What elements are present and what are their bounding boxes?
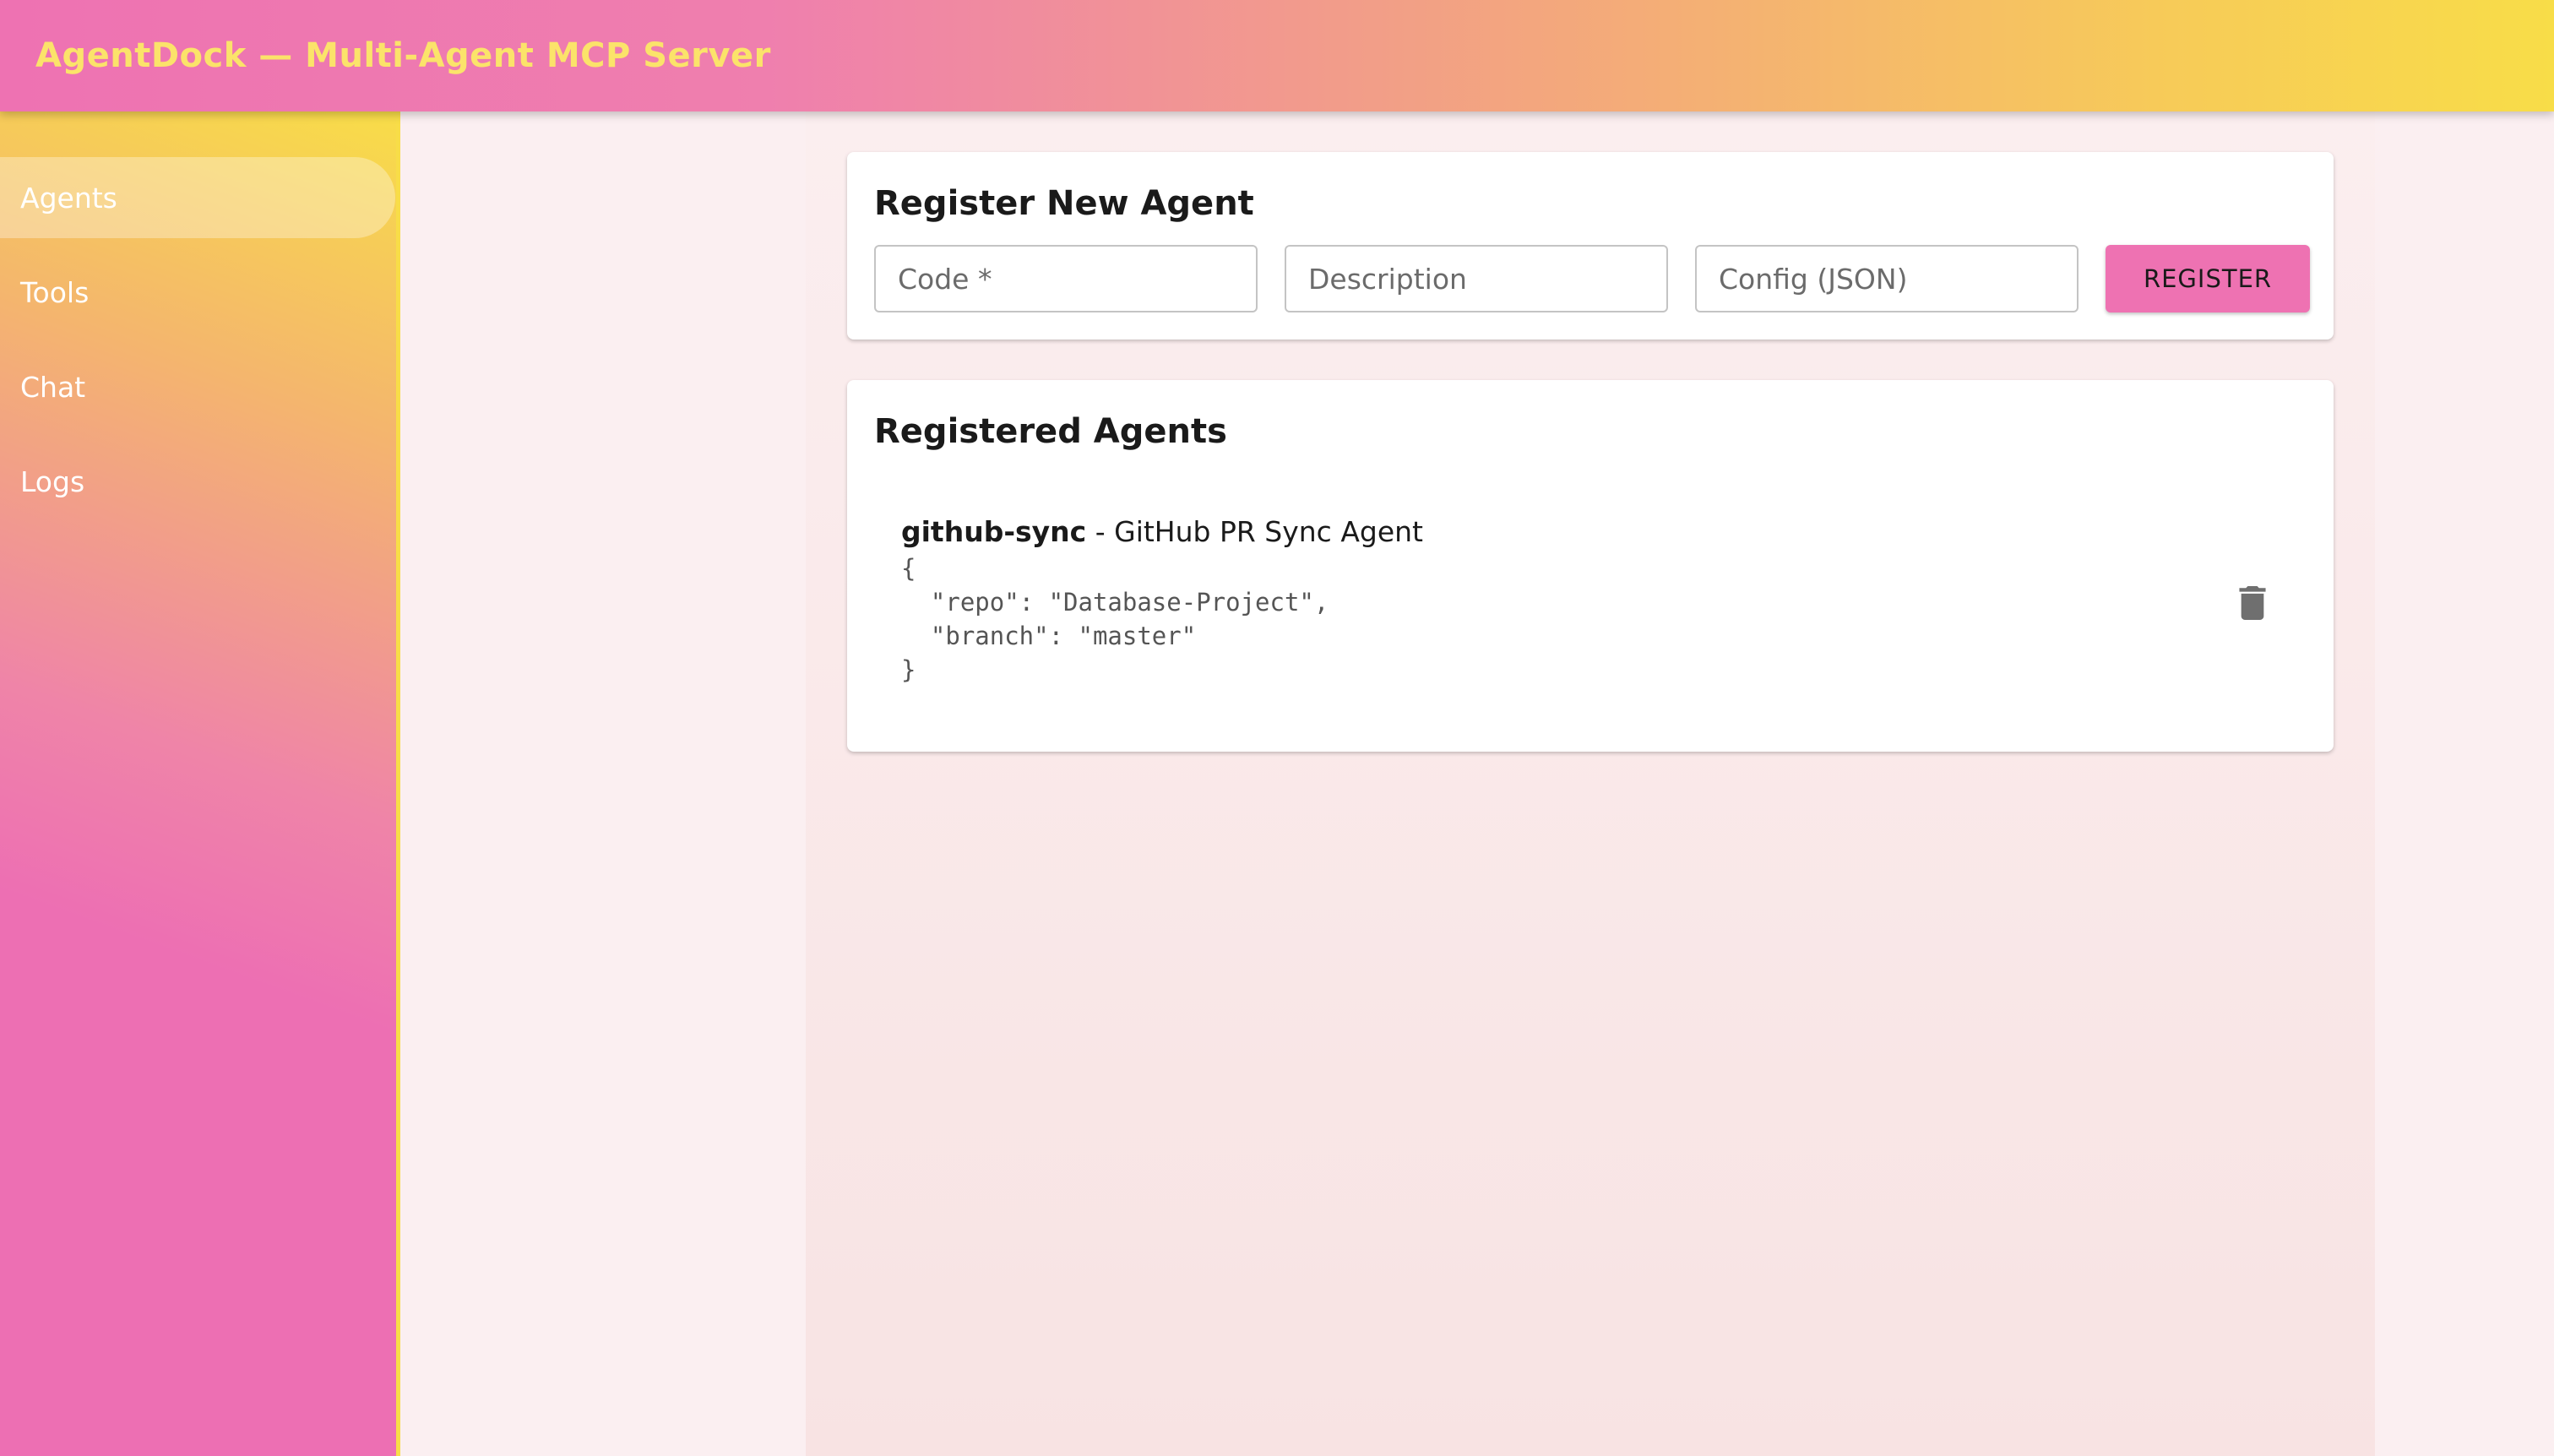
registered-agents-title: Registered Agents (874, 412, 1227, 451)
sidebar-item-logs[interactable]: Logs (0, 441, 395, 522)
trash-icon (2239, 586, 2266, 620)
sidebar-item-tools[interactable]: Tools (0, 252, 395, 333)
register-button[interactable]: REGISTER (2106, 245, 2310, 312)
sidebar-item-label: Chat (20, 370, 86, 404)
list-item: github-sync - GitHub PR Sync Agent { "re… (901, 515, 2286, 701)
agent-heading: github-sync - GitHub PR Sync Agent (901, 515, 2286, 548)
registered-agents-card: Registered Agents github-sync - GitHub P… (847, 380, 2334, 752)
app-title: AgentDock — Multi-Agent MCP Server (35, 36, 771, 75)
agent-code: github-sync (901, 515, 1087, 548)
code-field[interactable] (874, 245, 1258, 312)
agent-config: { "repo": "Database-Project", "branch": … (901, 554, 1329, 684)
agent-separator: - (1086, 515, 1115, 548)
config-json-field[interactable] (1695, 245, 2079, 312)
app-bar: AgentDock — Multi-Agent MCP Server (0, 0, 2554, 111)
delete-agent-button[interactable] (2227, 578, 2278, 628)
sidebar-item-chat[interactable]: Chat (0, 346, 395, 427)
sidebar-item-label: Logs (20, 465, 85, 498)
main-content: Register New Agent REGISTER Registered A… (405, 111, 2554, 1456)
sidebar-item-label: Tools (20, 275, 90, 309)
sidebar-item-agents[interactable]: Agents (0, 157, 395, 238)
register-card-title: Register New Agent (874, 184, 1254, 223)
register-agent-card: Register New Agent REGISTER (847, 152, 2334, 340)
sidebar: Agents Tools Chat Logs (0, 111, 400, 1456)
description-field[interactable] (1285, 245, 1668, 312)
agent-description: GitHub PR Sync Agent (1114, 515, 1423, 548)
sidebar-item-label: Agents (20, 181, 117, 215)
